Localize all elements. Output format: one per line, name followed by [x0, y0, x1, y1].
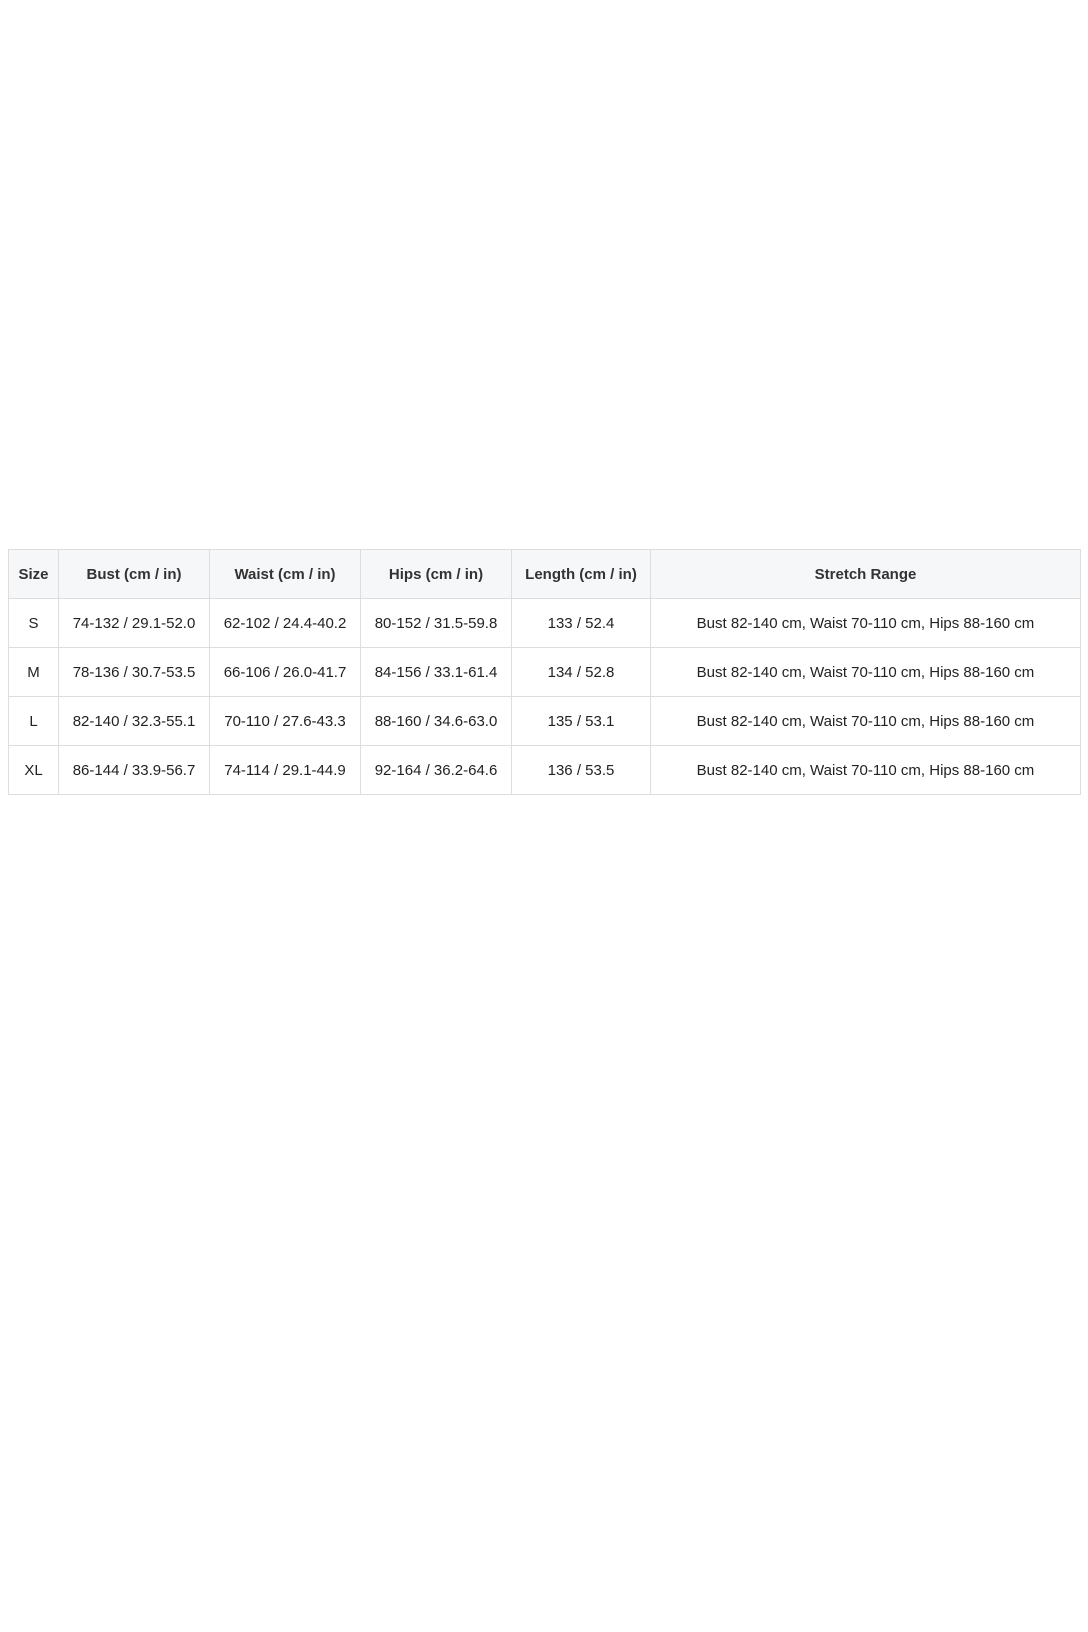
size-chart-body: S 74-132 / 29.1-52.0 62-102 / 24.4-40.2 …	[8, 598, 1081, 795]
cell-size: L	[8, 696, 59, 746]
cell-size: M	[8, 647, 59, 697]
header-size: Size	[8, 549, 59, 599]
table-row: M 78-136 / 30.7-53.5 66-106 / 26.0-41.7 …	[8, 647, 1081, 697]
cell-bust: 78-136 / 30.7-53.5	[58, 647, 210, 697]
cell-length: 135 / 53.1	[511, 696, 651, 746]
header-row: Size Bust (cm / in) Waist (cm / in) Hips…	[8, 549, 1081, 599]
header-length: Length (cm / in)	[511, 549, 651, 599]
header-waist: Waist (cm / in)	[209, 549, 361, 599]
header-bust: Bust (cm / in)	[58, 549, 210, 599]
cell-bust: 86-144 / 33.9-56.7	[58, 745, 210, 795]
cell-waist: 70-110 / 27.6-43.3	[209, 696, 361, 746]
cell-waist: 74-114 / 29.1-44.9	[209, 745, 361, 795]
cell-waist: 62-102 / 24.4-40.2	[209, 598, 361, 648]
table-row: L 82-140 / 32.3-55.1 70-110 / 27.6-43.3 …	[8, 696, 1081, 746]
size-chart-table: Size Bust (cm / in) Waist (cm / in) Hips…	[8, 549, 1081, 795]
cell-hips: 88-160 / 34.6-63.0	[360, 696, 512, 746]
header-hips: Hips (cm / in)	[360, 549, 512, 599]
cell-length: 133 / 52.4	[511, 598, 651, 648]
cell-hips: 84-156 / 33.1-61.4	[360, 647, 512, 697]
cell-stretch-range: Bust 82-140 cm, Waist 70-110 cm, Hips 88…	[650, 696, 1081, 746]
header-stretch-range: Stretch Range	[650, 549, 1081, 599]
size-chart-header: Size Bust (cm / in) Waist (cm / in) Hips…	[8, 549, 1081, 599]
table-row: XL 86-144 / 33.9-56.7 74-114 / 29.1-44.9…	[8, 745, 1081, 795]
cell-bust: 74-132 / 29.1-52.0	[58, 598, 210, 648]
cell-stretch-range: Bust 82-140 cm, Waist 70-110 cm, Hips 88…	[650, 745, 1081, 795]
table-row: S 74-132 / 29.1-52.0 62-102 / 24.4-40.2 …	[8, 598, 1081, 648]
cell-length: 134 / 52.8	[511, 647, 651, 697]
cell-stretch-range: Bust 82-140 cm, Waist 70-110 cm, Hips 88…	[650, 647, 1081, 697]
cell-hips: 92-164 / 36.2-64.6	[360, 745, 512, 795]
cell-size: S	[8, 598, 59, 648]
cell-waist: 66-106 / 26.0-41.7	[209, 647, 361, 697]
cell-size: XL	[8, 745, 59, 795]
cell-length: 136 / 53.5	[511, 745, 651, 795]
cell-stretch-range: Bust 82-140 cm, Waist 70-110 cm, Hips 88…	[650, 598, 1081, 648]
cell-bust: 82-140 / 32.3-55.1	[58, 696, 210, 746]
cell-hips: 80-152 / 31.5-59.8	[360, 598, 512, 648]
